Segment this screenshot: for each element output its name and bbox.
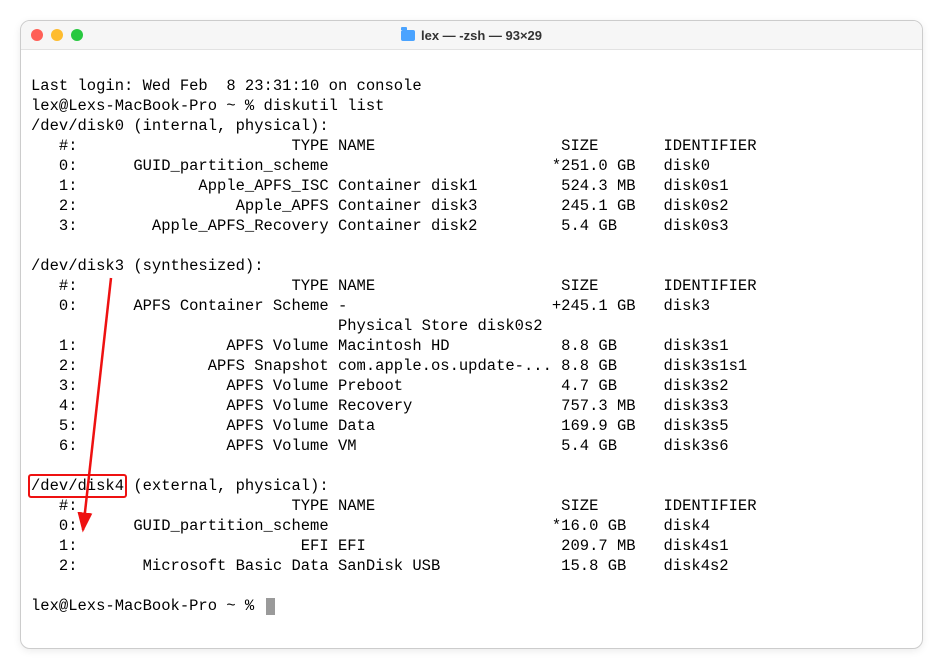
table-row: 2: Microsoft Basic Data SanDisk USB 15.8… bbox=[31, 557, 729, 575]
table-row: 1: APFS Volume Macintosh HD 8.8 GB disk3… bbox=[31, 337, 729, 355]
ps1: lex@Lexs-MacBook-Pro ~ % bbox=[31, 97, 264, 115]
cursor bbox=[266, 598, 275, 615]
window-title-text: lex — -zsh — 93×29 bbox=[421, 28, 542, 43]
table-row: 1: Apple_APFS_ISC Container disk1 524.3 … bbox=[31, 177, 729, 195]
table-row: #: TYPE NAME SIZE IDENTIFIER bbox=[31, 277, 757, 295]
blank-line bbox=[31, 577, 40, 595]
disk3-header: /dev/disk3 (synthesized): bbox=[31, 257, 264, 275]
disk4-suffix: (external, physical): bbox=[124, 477, 329, 495]
table-row: 2: Apple_APFS Container disk3 245.1 GB d… bbox=[31, 197, 729, 215]
maximize-icon[interactable] bbox=[71, 29, 83, 41]
table-row: #: TYPE NAME SIZE IDENTIFIER bbox=[31, 497, 757, 515]
table-row: 3: Apple_APFS_Recovery Container disk2 5… bbox=[31, 217, 729, 235]
terminal-body[interactable]: Last login: Wed Feb 8 23:31:10 on consol… bbox=[21, 50, 922, 648]
table-row: 4: APFS Volume Recovery 757.3 MB disk3s3 bbox=[31, 397, 729, 415]
traffic-lights bbox=[31, 29, 83, 41]
table-row: 0: GUID_partition_scheme *16.0 GB disk4 bbox=[31, 517, 710, 535]
command: diskutil list bbox=[264, 97, 385, 115]
table-row: 0: GUID_partition_scheme *251.0 GB disk0 bbox=[31, 157, 710, 175]
table-row: Physical Store disk0s2 bbox=[31, 317, 543, 335]
window-title: lex — -zsh — 93×29 bbox=[21, 28, 922, 43]
titlebar[interactable]: lex — -zsh — 93×29 bbox=[21, 21, 922, 50]
prompt-line-2: lex@Lexs-MacBook-Pro ~ % bbox=[31, 597, 275, 615]
terminal-window: lex — -zsh — 93×29 Last login: Wed Feb 8… bbox=[20, 20, 923, 649]
table-row: 1: EFI EFI 209.7 MB disk4s1 bbox=[31, 537, 729, 555]
table-row: 3: APFS Volume Preboot 4.7 GB disk3s2 bbox=[31, 377, 729, 395]
disk0-header: /dev/disk0 (internal, physical): bbox=[31, 117, 329, 135]
blank-line bbox=[31, 237, 40, 255]
table-row: #: TYPE NAME SIZE IDENTIFIER bbox=[31, 137, 757, 155]
close-icon[interactable] bbox=[31, 29, 43, 41]
blank-line bbox=[31, 457, 40, 475]
table-row: 6: APFS Volume VM 5.4 GB disk3s6 bbox=[31, 437, 729, 455]
minimize-icon[interactable] bbox=[51, 29, 63, 41]
ps1: lex@Lexs-MacBook-Pro ~ % bbox=[31, 597, 264, 615]
disk4-header: /dev/disk4 (external, physical): bbox=[31, 477, 329, 495]
prompt-line-1: lex@Lexs-MacBook-Pro ~ % diskutil list bbox=[31, 97, 384, 115]
highlight-box: /dev/disk4 bbox=[28, 474, 127, 498]
table-row: 5: APFS Volume Data 169.9 GB disk3s5 bbox=[31, 417, 729, 435]
login-line: Last login: Wed Feb 8 23:31:10 on consol… bbox=[31, 77, 422, 95]
table-row: 2: APFS Snapshot com.apple.os.update-...… bbox=[31, 357, 747, 375]
folder-icon bbox=[401, 30, 415, 41]
table-row: 0: APFS Container Scheme - +245.1 GB dis… bbox=[31, 297, 710, 315]
